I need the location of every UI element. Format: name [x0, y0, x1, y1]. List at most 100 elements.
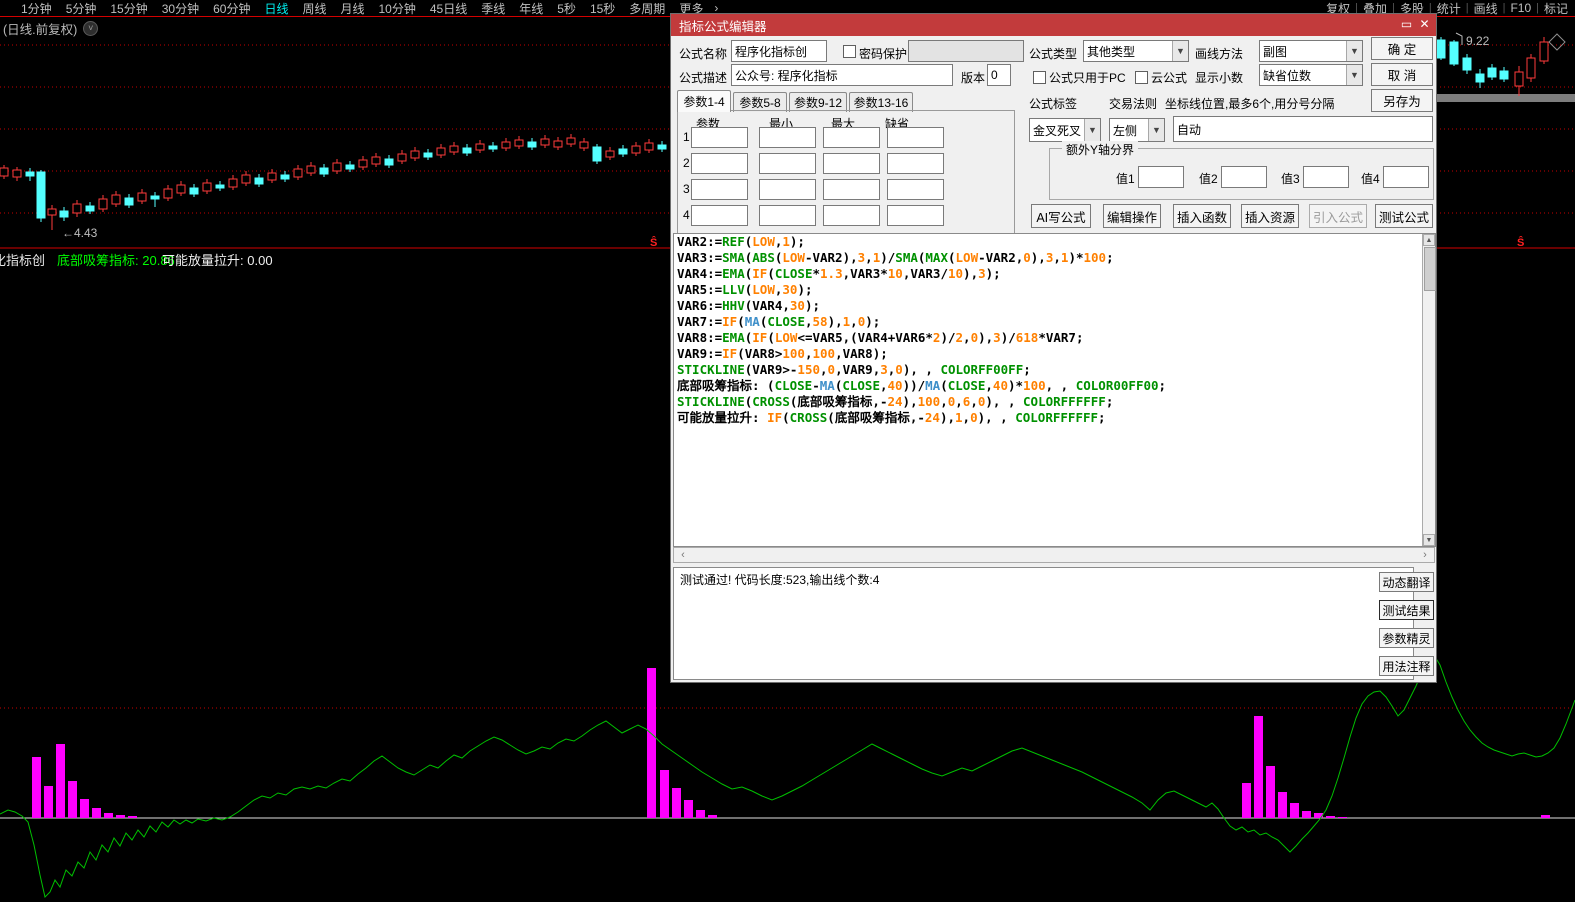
tool-item[interactable]: 统计 [1437, 0, 1461, 17]
chevron-down-icon[interactable]: ▼ [1346, 41, 1362, 61]
trade-rule-select[interactable]: 左侧▼ [1109, 118, 1165, 142]
code-line: VAR8:=EMA(IF(LOW<=VAR5,(VAR4+VAR6*2)/2,0… [674, 330, 1435, 346]
period-item[interactable]: 月线 [340, 0, 364, 17]
chevron-down-icon[interactable]: ▼ [1148, 119, 1164, 141]
period-item[interactable]: 周线 [302, 0, 326, 17]
tab-params-1-4[interactable]: 参数1-4 [677, 90, 731, 112]
svg-text:←4.43: ←4.43 [62, 226, 98, 240]
period-item[interactable]: 15秒 [590, 0, 615, 17]
code-line: VAR3:=SMA(ABS(LOW-VAR2),3,1)/SMA(MAX(LOW… [674, 250, 1435, 266]
param-input[interactable] [759, 179, 816, 200]
formula-type-select[interactable]: 其他类型▼ [1083, 40, 1189, 62]
chevron-down-icon[interactable]: ▼ [1172, 41, 1188, 61]
tool-item[interactable]: F10 [1510, 1, 1531, 15]
formula-desc-input[interactable] [731, 64, 953, 86]
param-input[interactable] [823, 153, 880, 174]
usage-notes-button[interactable]: 用法注释 [1379, 656, 1434, 676]
param-input[interactable] [759, 127, 816, 148]
draw-method-select[interactable]: 副图▼ [1259, 40, 1363, 62]
insert-resource-button[interactable]: 插入资源 [1241, 204, 1299, 228]
period-item[interactable]: 多周期 [629, 0, 665, 17]
code-line: VAR7:=IF(MA(CLOSE,58),1,0); [674, 314, 1435, 330]
param-input[interactable] [691, 179, 748, 200]
chevron-down-icon[interactable]: ˅ [83, 21, 98, 36]
ai-write-formula-button[interactable]: AI写公式 [1031, 204, 1091, 228]
horizontal-scrollbar[interactable]: ‹ › [673, 547, 1435, 563]
period-item[interactable]: 30分钟 [162, 0, 199, 17]
param-input[interactable] [823, 179, 880, 200]
formula-desc-label: 公式描述 [679, 69, 727, 86]
decimals-select[interactable]: 缺省位数▼ [1259, 64, 1363, 86]
param-input[interactable] [759, 153, 816, 174]
code-line: 底部吸筹指标: (CLOSE-MA(CLOSE,40))/MA(CLOSE,40… [674, 378, 1435, 394]
param-input[interactable] [887, 205, 944, 226]
param-input[interactable] [691, 153, 748, 174]
dynamic-translate-button[interactable]: 动态翻译 [1379, 572, 1434, 592]
dialog-titlebar[interactable]: 指标公式编辑器 [671, 14, 1436, 36]
y-value3-input[interactable] [1303, 166, 1349, 188]
y-value3-label: 值3 [1281, 170, 1300, 187]
separator: | [1536, 2, 1539, 14]
period-item[interactable]: 1分钟 [21, 0, 52, 17]
period-item[interactable]: 45日线 [430, 0, 467, 17]
param-input[interactable] [887, 153, 944, 174]
period-item[interactable]: 日线 [264, 0, 288, 17]
close-icon[interactable]: ✕ [1417, 17, 1432, 32]
period-item[interactable]: 5秒 [557, 0, 576, 17]
tool-item[interactable]: 标记 [1544, 0, 1568, 17]
param-input[interactable] [759, 205, 816, 226]
tab-params-5-8[interactable]: 参数5-8 [733, 92, 787, 112]
param-input[interactable] [691, 127, 748, 148]
param-input[interactable] [823, 127, 880, 148]
chevron-down-icon[interactable]: ▼ [1084, 119, 1100, 141]
pc-only-checkbox[interactable] [1033, 71, 1046, 84]
tab-params-13-16[interactable]: 参数13-16 [849, 92, 913, 112]
save-as-button[interactable]: 另存为 [1371, 89, 1433, 112]
chart-header: (日线.前复权) ˅ [3, 19, 98, 38]
param-input[interactable] [887, 179, 944, 200]
test-formula-button[interactable]: 测试公式 [1375, 204, 1433, 228]
y-value2-input[interactable] [1221, 166, 1267, 188]
period-item[interactable]: 10分钟 [379, 0, 416, 17]
param-input[interactable] [823, 205, 880, 226]
chevron-down-icon[interactable]: ▼ [1346, 65, 1362, 85]
y-value4-input[interactable] [1383, 166, 1429, 188]
import-formula-button: 引入公式 [1309, 204, 1367, 228]
ok-button[interactable]: 确 定 [1371, 37, 1433, 60]
test-result-text: 测试通过! 代码长度:523,输出线个数:4 [680, 573, 879, 587]
password-protect-checkbox[interactable] [843, 45, 856, 58]
extra-yaxis-label: 额外Y轴分界 [1062, 141, 1138, 158]
period-item[interactable]: 60分钟 [213, 0, 250, 17]
formula-name-input[interactable] [731, 40, 827, 62]
code-line: STICKLINE(CROSS(底部吸筹指标,-24),100,0,6,0), … [674, 394, 1435, 410]
scroll-down-icon[interactable]: ▼ [1423, 534, 1435, 546]
cloud-formula-checkbox[interactable] [1135, 71, 1148, 84]
scroll-up-icon[interactable]: ▲ [1423, 234, 1435, 246]
formula-tag-select[interactable]: 金叉死叉▼ [1029, 118, 1101, 142]
formula-code-editor[interactable]: VAR2:=REF(LOW,1);VAR3:=SMA(ABS(LOW-VAR2)… [673, 233, 1436, 547]
version-input[interactable] [987, 64, 1011, 86]
scroll-right-icon[interactable]: › [1418, 548, 1432, 562]
y-value1-input[interactable] [1138, 166, 1184, 188]
period-item[interactable]: 年线 [519, 0, 543, 17]
tab-params-9-12[interactable]: 参数9-12 [789, 92, 847, 112]
minimize-icon[interactable]: ▭ [1399, 17, 1414, 32]
edit-actions-button[interactable]: 编辑操作 [1103, 204, 1161, 228]
period-item[interactable]: 季线 [481, 0, 505, 17]
param-wizard-button[interactable]: 参数精灵 [1379, 628, 1434, 648]
insert-function-button[interactable]: 插入函数 [1173, 204, 1231, 228]
scroll-left-icon[interactable]: ‹ [676, 548, 690, 562]
coord-lines-input[interactable] [1173, 116, 1433, 142]
param-input[interactable] [691, 205, 748, 226]
param-input[interactable] [887, 127, 944, 148]
scrollbar-thumb[interactable] [1424, 247, 1436, 291]
period-item[interactable]: 15分钟 [110, 0, 147, 17]
period-item[interactable]: 5分钟 [66, 0, 97, 17]
vertical-scrollbar[interactable]: ▲ ▼ [1422, 234, 1435, 546]
svg-text:Ŝ: Ŝ [1517, 236, 1524, 249]
test-result-button[interactable]: 测试结果 [1379, 600, 1434, 620]
svg-text:9.22: 9.22 [1466, 34, 1490, 48]
formula-editor-dialog: 指标公式编辑器 ▭ ✕ 公式名称 密码保护 公式类型 其他类型▼ 画线方法 副图… [670, 13, 1437, 683]
cancel-button[interactable]: 取 消 [1371, 63, 1433, 86]
tool-item[interactable]: 画线 [1474, 0, 1498, 17]
